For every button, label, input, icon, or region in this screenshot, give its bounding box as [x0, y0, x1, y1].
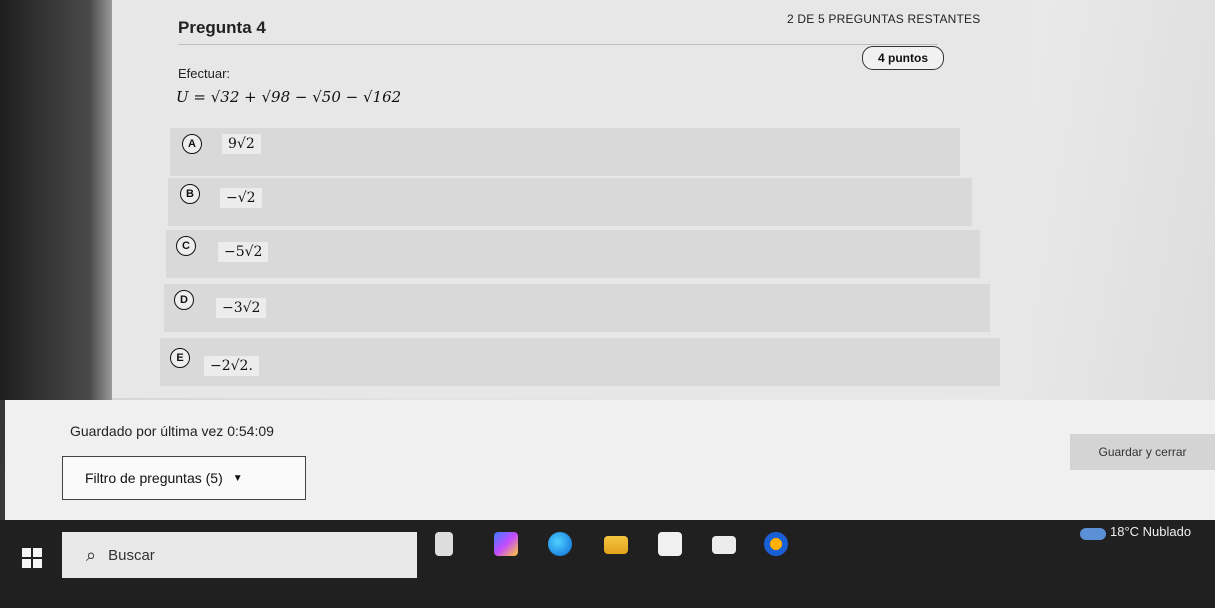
option-e[interactable]: E −2√2.	[160, 338, 1000, 386]
option-b[interactable]: B −√2	[168, 178, 972, 226]
option-letter: C	[176, 236, 196, 256]
copilot-icon[interactable]	[494, 532, 518, 556]
search-icon: ⌕	[86, 544, 97, 565]
option-value: −5√2	[218, 242, 269, 262]
save-and-close-button[interactable]: Guardar y cerrar	[1070, 434, 1215, 470]
chevron-down-icon: ▼	[232, 472, 243, 484]
question-filter-dropdown[interactable]: Filtro de preguntas (5) ▼	[62, 456, 306, 500]
question-title: Pregunta 4	[178, 18, 266, 37]
option-value: −√2	[220, 188, 262, 208]
mail-icon[interactable]	[712, 536, 736, 554]
edge-browser-icon[interactable]	[548, 532, 572, 556]
option-value: 9√2	[222, 134, 261, 154]
taskbar-search[interactable]: ⌕ Buscar	[62, 532, 417, 578]
option-value: −3√2	[216, 298, 267, 318]
option-letter: D	[174, 290, 194, 310]
task-view-icon[interactable]	[435, 532, 453, 556]
title-divider	[178, 44, 938, 45]
filter-label: Filtro de preguntas (5)	[85, 470, 223, 486]
cloud-icon	[1080, 528, 1106, 540]
question-instruction: Efectuar:	[178, 66, 231, 81]
option-letter: B	[180, 184, 200, 204]
search-label: Buscar	[108, 546, 155, 564]
last-saved-label: Guardado por última vez 0:54:09	[70, 423, 274, 439]
question-equation: U = √32 + √98 − √50 − √162	[176, 88, 402, 106]
microsoft-store-icon[interactable]	[658, 532, 682, 556]
left-navigation-bar	[0, 0, 112, 400]
option-a[interactable]: A 9√2	[170, 128, 960, 176]
file-explorer-icon[interactable]	[604, 536, 628, 554]
points-badge: 4 puntos	[862, 46, 944, 70]
questions-remaining: 2 DE 5 PREGUNTAS RESTANTES	[787, 12, 981, 26]
weather-status[interactable]: 18°C Nublado	[1110, 524, 1191, 539]
windows-start-icon[interactable]	[22, 548, 42, 568]
option-d[interactable]: D −3√2	[164, 284, 990, 332]
chrome-browser-icon[interactable]	[764, 532, 788, 556]
option-c[interactable]: C −5√2	[166, 230, 980, 278]
option-letter: A	[182, 134, 202, 154]
option-value: −2√2.	[204, 356, 259, 376]
option-letter: E	[170, 348, 190, 368]
